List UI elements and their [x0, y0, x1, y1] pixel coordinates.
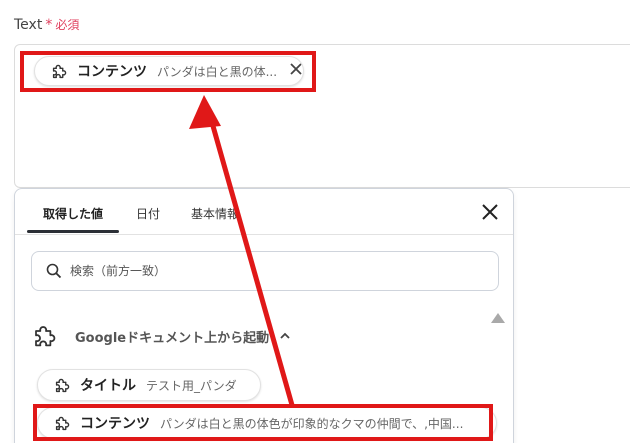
item-value: テスト用_パンダ	[146, 378, 237, 393]
required-mark: *	[45, 16, 53, 33]
chevron-up-icon[interactable]	[279, 330, 291, 342]
picker-tabs: 取得した値 日付 基本情報	[15, 189, 513, 235]
puzzle-icon	[35, 326, 56, 347]
close-icon[interactable]	[479, 201, 501, 223]
item-name: タイトル	[80, 378, 136, 394]
list-item[interactable]: タイトル テスト用_パンダ	[37, 369, 261, 401]
group-header[interactable]: Googleドキュメント上から起動	[31, 321, 291, 351]
search-box[interactable]	[31, 251, 499, 291]
search-input[interactable]	[70, 264, 470, 278]
required-text: 必須	[55, 18, 80, 32]
tab-retrieved-values[interactable]: 取得した値	[43, 205, 103, 222]
annotation-box-bottom	[33, 404, 493, 441]
scroll-up-arrow[interactable]	[491, 313, 505, 323]
tab-basic-info[interactable]: 基本情報	[191, 205, 239, 222]
search-icon	[46, 263, 62, 279]
group-title: Googleドキュメント上から起動	[75, 330, 270, 346]
field-label-text: Text	[14, 16, 43, 33]
annotation-box-top	[20, 51, 316, 92]
puzzle-icon	[55, 378, 70, 393]
active-tab-indicator	[27, 230, 119, 233]
field-label: Text * 必須	[14, 16, 79, 33]
tab-date[interactable]: 日付	[136, 205, 160, 222]
